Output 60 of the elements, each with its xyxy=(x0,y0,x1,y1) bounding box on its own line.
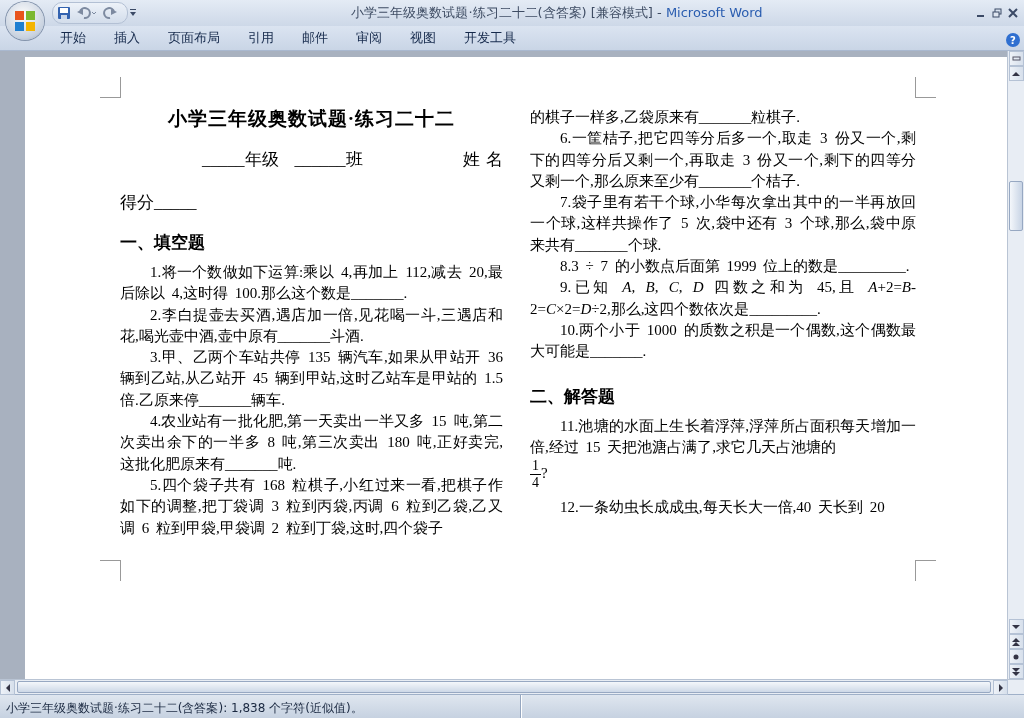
status-text: 小学三年级奥数试题·练习二十二(含答案): 1,838 个字符(近似值)。 xyxy=(0,695,521,718)
ribbon-tab[interactable]: 邮件 xyxy=(288,25,342,51)
scroll-down-button[interactable] xyxy=(1008,619,1024,634)
left-arrow-icon[interactable] xyxy=(4,683,11,692)
question-text: 2.李白提壶去买酒,遇店加一倍,见花喝一斗,三遇店和花,喝光壶中酒,壶中原有_______斗酒. xyxy=(120,305,503,346)
office-logo-icon[interactable] xyxy=(14,10,36,32)
ribbon-tab[interactable]: 引用 xyxy=(234,25,288,51)
question-text: 10.两个小于 1000 的质数之积是一个偶数,这个偶数最大可能是_______. xyxy=(530,320,916,362)
question-text: 3.甲、乙两个车站共停 135 辆汽车,如果从甲站开 36 辆到乙站,从乙站开 45 辆到甲站,这时乙站车是甲站的 1.5 倍.乙原来停_______辆车. xyxy=(120,348,503,410)
ribbon-tab[interactable]: 开始 xyxy=(46,25,100,51)
horizontal-scroll-thumb[interactable] xyxy=(17,681,991,693)
section-heading: 一、填空题 xyxy=(120,232,206,254)
question-mark-text: ? xyxy=(541,465,548,482)
score-line: 得分_____ xyxy=(120,192,198,214)
browse-object-button[interactable] xyxy=(1008,649,1024,664)
undo-icon[interactable] xyxy=(77,6,97,20)
double-down-arrow-icon[interactable] xyxy=(1012,667,1020,676)
ribbon-tab[interactable]: 插入 xyxy=(100,25,154,51)
question-text: 7.袋子里有若干个球,小华每次拿出其中的一半再放回一个球,这样共操作了 5 次,袋中还有 3 个球,那么,袋中原来共有_______个球. xyxy=(530,193,916,255)
form-field-label: ______班 xyxy=(294,149,363,171)
question-text: 6.一筐桔子,把它四等分后多一个,取走 3 份又一个,剩下的四等分后又剩一个,再取走 3 份又一个,剩下的四等分又剩一个,那么原来至少有_______个桔子. xyxy=(530,129,916,191)
ribbon-tab[interactable]: 审阅 xyxy=(342,25,396,51)
dot-icon[interactable] xyxy=(1013,653,1019,660)
crop-mark xyxy=(915,560,936,581)
next-page-button[interactable] xyxy=(1008,664,1024,679)
fraction: 1 4 xyxy=(530,458,541,492)
question-text: 8.3 ÷ 7 的小数点后面第 1999 位上的数是_________. xyxy=(559,257,911,277)
scroll-right-button[interactable] xyxy=(993,680,1008,695)
save-icon[interactable] xyxy=(57,6,71,20)
question-text: 5.四个袋子共有 168 粒棋子,小红过来一看,把棋子作如下的调整,把丁袋调 3 粒到丙袋,丙调 6 粒到乙袋,乙又调 6 粒到甲袋,甲袋调 2 粒到丁袋,这时,四个袋子 xyxy=(120,475,503,538)
close-icon[interactable] xyxy=(1008,8,1018,18)
crop-mark xyxy=(100,77,121,98)
scroll-left-button[interactable] xyxy=(0,680,15,695)
document-title: 小学三年级奥数试题·练习二十二 xyxy=(166,107,457,131)
ribbon-tab[interactable]: 开发工具 xyxy=(450,25,530,51)
double-up-arrow-icon[interactable] xyxy=(1012,637,1020,646)
form-field-label: 姓名 xyxy=(463,149,509,171)
up-arrow-icon[interactable] xyxy=(1012,70,1020,77)
crop-mark xyxy=(100,560,121,581)
right-arrow-icon[interactable] xyxy=(997,683,1004,692)
window-title: 小学三年级奥数试题·练习二十二(含答案) [兼容模式] - Microsoft Word xyxy=(350,4,764,22)
help-button[interactable]: ? xyxy=(1006,33,1020,47)
crop-mark xyxy=(915,77,936,98)
scroll-up-button[interactable] xyxy=(1008,66,1024,81)
redo-icon[interactable] xyxy=(103,6,117,20)
question-text: 9.已知 A, B, C, D 四数之和为 45,且 A+2=B-2=C×2=D÷2,那么,这四个数依次是_________. xyxy=(530,278,916,319)
ribbon-tab[interactable]: 视图 xyxy=(396,25,450,51)
section-heading: 二、解答题 xyxy=(530,385,616,408)
question-text: 11.池塘的水面上生长着浮萍,浮萍所占面积每天增加一倍,经过 15 天把池溏占满了,求它几天占池塘的 xyxy=(530,416,916,457)
scroll-thumb[interactable] xyxy=(1009,181,1023,231)
customize-caret-icon[interactable] xyxy=(128,8,138,18)
restore-icon[interactable] xyxy=(992,8,1002,18)
form-field-label: _____年级 xyxy=(202,149,279,171)
question-text: 1.将一个数做如下运算:乘以 4,再加上 112,减去 20,最后除以 4,这时得 100.那么这个数是_______. xyxy=(120,263,503,304)
previous-page-button[interactable] xyxy=(1008,634,1024,649)
down-arrow-icon[interactable] xyxy=(1012,623,1020,630)
ribbon-tab[interactable]: 页面布局 xyxy=(154,25,234,51)
question-text: 12.一条幼虫长成成虫,每天长大一倍,40 天长到 20 xyxy=(559,498,886,518)
question-text: 4.农业站有一批化肥,第一天卖出一半又多 15 吨,第二次卖出余下的一半多 8 吨,第三次卖出 180 吨,正好卖完,这批化肥原来有_______吨. xyxy=(120,412,503,474)
question-text: 的棋子一样多,乙袋原来有_______粒棋子. xyxy=(530,108,801,127)
